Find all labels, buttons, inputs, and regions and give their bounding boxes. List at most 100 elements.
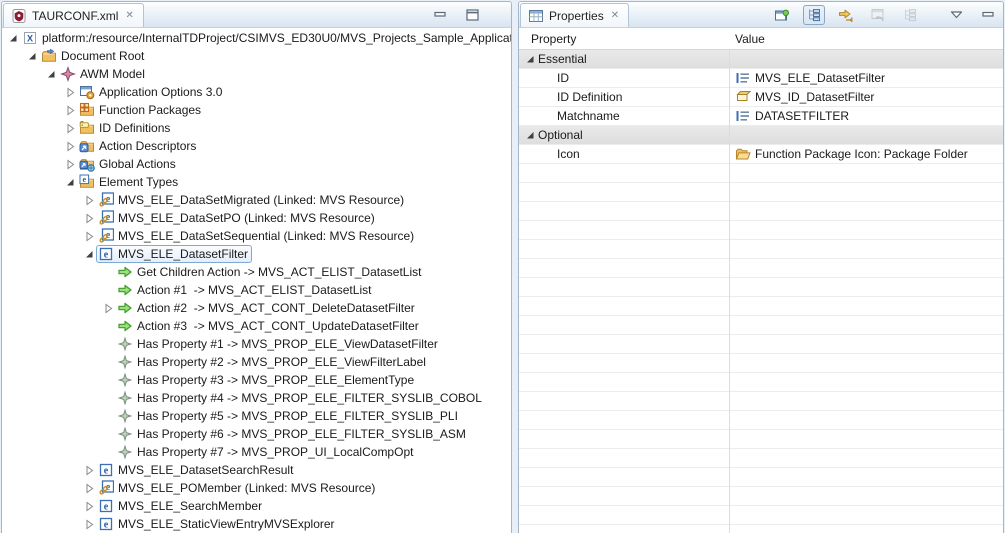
tab-properties[interactable]: Properties ✕ xyxy=(520,3,629,27)
expanded-arrow-icon[interactable] xyxy=(524,129,536,141)
show-categories-button[interactable] xyxy=(899,5,921,25)
tree-item[interactable]: ID Definitions xyxy=(2,119,511,137)
tree-item[interactable]: Get Children Action -> MVS_ACT_ELIST_Dat… xyxy=(2,263,511,281)
element-linked-icon: e xyxy=(98,228,114,244)
property-value[interactable]: MVS_ELE_DatasetFilter xyxy=(729,70,885,86)
editor-tab-title: TAURCONF.xml xyxy=(32,9,118,23)
tree-item[interactable]: eMVS_ELE_DataSetPO (Linked: MVS Resource… xyxy=(2,209,511,227)
property-value[interactable]: MVS_ID_DatasetFilter xyxy=(729,89,874,105)
node-box: e MVS_ELE_DatasetSearchResult xyxy=(96,461,297,479)
tree-item[interactable]: Has Property #3 -> MVS_PROP_ELE_ElementT… xyxy=(2,371,511,389)
tree-item-label: Action Descriptors xyxy=(99,139,196,153)
collapsed-arrow-icon[interactable] xyxy=(82,464,96,476)
expanded-arrow-icon[interactable] xyxy=(25,50,39,62)
tree-item[interactable]: eElement Types xyxy=(2,173,511,191)
restore-default-value-button[interactable] xyxy=(867,5,889,25)
tree-item[interactable]: Action Descriptors xyxy=(2,137,511,155)
minimize-editor-button[interactable] xyxy=(429,5,451,25)
tree-item[interactable]: eMVS_ELE_DatasetFilter xyxy=(2,245,511,263)
property-row[interactable]: ID DefinitionMVS_ID_DatasetFilter xyxy=(519,88,1003,107)
tree-item[interactable]: eMVS_ELE_DataSetSequential (Linked: MVS … xyxy=(2,227,511,245)
collapsed-arrow-icon[interactable] xyxy=(82,518,96,530)
collapsed-arrow-icon[interactable] xyxy=(82,212,96,224)
collapsed-arrow-icon[interactable] xyxy=(63,158,77,170)
expanded-arrow-icon[interactable] xyxy=(524,53,536,65)
empty-property-row xyxy=(519,183,1003,202)
collapsed-arrow-icon[interactable] xyxy=(63,86,77,98)
close-icon[interactable]: ✕ xyxy=(611,11,619,21)
tree-item[interactable]: eMVS_ELE_StaticViewEntryMVSExplorer xyxy=(2,515,511,533)
property-category-row[interactable]: Optional xyxy=(519,126,1003,145)
expanded-arrow-icon[interactable] xyxy=(63,176,77,188)
action-descriptors-icon xyxy=(79,138,95,154)
property-column-header[interactable]: Property xyxy=(519,32,729,46)
tree-item-label: MVS_ELE_DatasetSearchResult xyxy=(118,463,293,477)
expanded-arrow-icon[interactable] xyxy=(44,68,58,80)
tree-item[interactable]: Has Property #2 -> MVS_PROP_ELE_ViewFilt… xyxy=(2,353,511,371)
tree-item-label: MVS_ELE_SearchMember xyxy=(118,499,262,513)
tree-item[interactable]: Document Root xyxy=(2,47,511,65)
tree-item[interactable]: eMVS_ELE_DataSetMigrated (Linked: MVS Re… xyxy=(2,191,511,209)
property-value-text: DATASETFILTER xyxy=(755,109,849,123)
collapsed-arrow-icon[interactable] xyxy=(82,194,96,206)
tree-item[interactable]: eMVS_ELE_POMember (Linked: MVS Resource) xyxy=(2,479,511,497)
collapsed-arrow-icon[interactable] xyxy=(101,302,115,314)
show-advanced-properties-button[interactable] xyxy=(835,5,857,25)
tree-item[interactable]: Has Property #5 -> MVS_PROP_ELE_FILTER_S… xyxy=(2,407,511,425)
minimize-view-button[interactable] xyxy=(977,5,999,25)
node-box: ID Definitions xyxy=(77,119,174,137)
id-list-icon xyxy=(735,70,751,86)
node-box: Has Property #6 -> MVS_PROP_ELE_FILTER_S… xyxy=(115,425,470,443)
properties-tabstrip: Properties ✕ xyxy=(519,2,1003,28)
expanded-arrow-icon[interactable] xyxy=(82,248,96,260)
empty-property-row xyxy=(519,278,1003,297)
tree-item[interactable]: Application Options 3.0 xyxy=(2,83,511,101)
collapsed-arrow-icon[interactable] xyxy=(82,500,96,512)
property-value[interactable]: Function Package Icon: Package Folder xyxy=(729,146,968,162)
tab-taurconf-xml[interactable]: TAURCONF.xml ✕ xyxy=(3,3,144,27)
tree-item[interactable]: eMVS_ELE_SearchMember xyxy=(2,497,511,515)
tree-item[interactable]: Has Property #4 -> MVS_PROP_ELE_FILTER_S… xyxy=(2,389,511,407)
tree-mode-button[interactable] xyxy=(803,5,825,25)
tree-item[interactable]: e MVS_ELE_DatasetSearchResult xyxy=(2,461,511,479)
property-category-row[interactable]: Essential xyxy=(519,50,1003,69)
tree-item[interactable]: Action #2 -> MVS_ACT_CONT_DeleteDatasetF… xyxy=(2,299,511,317)
tree-item-label: MVS_ELE_DatasetFilter xyxy=(118,247,248,261)
minimize-icon xyxy=(982,10,994,19)
tree-item[interactable]: Has Property #6 -> MVS_PROP_ELE_FILTER_S… xyxy=(2,425,511,443)
collapsed-arrow-icon[interactable] xyxy=(82,482,96,494)
tree-item[interactable]: Action #3 -> MVS_ACT_CONT_UpdateDatasetF… xyxy=(2,317,511,335)
view-menu-button[interactable] xyxy=(945,5,967,25)
properties-toolbar xyxy=(771,2,1003,27)
collapsed-arrow-icon[interactable] xyxy=(63,140,77,152)
restore-default-icon xyxy=(870,7,886,23)
node-box: Get Children Action -> MVS_ACT_ELIST_Dat… xyxy=(115,263,425,281)
svg-text:X: X xyxy=(27,34,33,44)
property-value[interactable]: DATASETFILTER xyxy=(729,108,849,124)
property-row[interactable]: MatchnameDATASETFILTER xyxy=(519,107,1003,126)
collapsed-arrow-icon[interactable] xyxy=(63,122,77,134)
new-properties-view-button[interactable] xyxy=(771,5,793,25)
expanded-arrow-icon[interactable] xyxy=(6,32,20,44)
property-value-text: Function Package Icon: Package Folder xyxy=(755,147,968,161)
application-options-icon xyxy=(79,84,95,100)
column-divider[interactable] xyxy=(729,50,730,533)
collapsed-arrow-icon[interactable] xyxy=(82,230,96,242)
tree-item[interactable]: Action #1 -> MVS_ACT_ELIST_DatasetList xyxy=(2,281,511,299)
close-icon[interactable]: ✕ xyxy=(125,11,133,21)
node-box: Xplatform:/resource/InternalTDProject/CS… xyxy=(20,29,511,47)
value-column-header[interactable]: Value xyxy=(729,32,765,46)
tree-item[interactable]: AWM Model xyxy=(2,65,511,83)
maximize-editor-button[interactable] xyxy=(461,5,483,25)
collapsed-arrow-icon[interactable] xyxy=(63,104,77,116)
tree-item[interactable]: Xplatform:/resource/InternalTDProject/CS… xyxy=(2,29,511,47)
property-row[interactable]: IDMVS_ELE_DatasetFilter xyxy=(519,69,1003,88)
tree-item[interactable]: Has Property #1 -> MVS_PROP_ELE_ViewData… xyxy=(2,335,511,353)
tree-item[interactable]: Function Packages xyxy=(2,101,511,119)
tree-item[interactable]: Global Actions xyxy=(2,155,511,173)
svg-text:e: e xyxy=(104,466,109,477)
tree-item[interactable]: Has Property #7 -> MVS_PROP_UI_LocalComp… xyxy=(2,443,511,461)
property-row[interactable]: IconFunction Package Icon: Package Folde… xyxy=(519,145,1003,164)
document-root-icon xyxy=(41,48,57,64)
properties-table-body: EssentialIDMVS_ELE_DatasetFilterID Defin… xyxy=(519,50,1003,533)
